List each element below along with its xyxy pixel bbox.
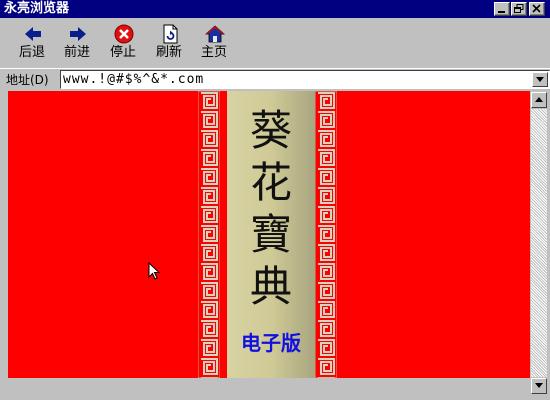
address-dropdown-button[interactable]	[532, 72, 548, 87]
fret-pattern-left	[197, 91, 221, 378]
left-fret-border	[197, 91, 221, 378]
fret-pattern-right	[314, 91, 338, 378]
scroll-up-arrow-icon	[535, 97, 543, 102]
stop-button[interactable]: 停止	[103, 22, 143, 64]
restore-button[interactable]	[511, 2, 527, 16]
home-label: 主页	[200, 45, 227, 60]
address-label: 地址(D)	[6, 73, 49, 87]
address-field[interactable]	[60, 70, 550, 89]
title-bar: 永亮浏览器	[0, 0, 550, 18]
scroll-down-button[interactable]	[531, 378, 547, 394]
home-button[interactable]: 主页	[194, 22, 234, 64]
home-icon	[205, 25, 225, 43]
chevron-down-icon	[536, 77, 544, 82]
forward-label: 前进	[63, 45, 90, 60]
restore-icon	[514, 4, 524, 13]
mouse-cursor-icon	[148, 262, 161, 280]
refresh-icon	[163, 24, 178, 44]
scroll-down-arrow-icon	[535, 383, 543, 388]
back-arrow-icon	[25, 27, 41, 41]
address-input[interactable]	[63, 72, 527, 87]
back-label: 后退	[18, 45, 45, 60]
toolbar: 后退 前进 停止 刷新 主页	[0, 18, 550, 66]
title-char-2: 花	[249, 158, 292, 207]
window-title: 永亮浏览器	[4, 1, 70, 16]
forward-arrow-icon	[70, 27, 86, 41]
title-char-4: 典	[249, 262, 292, 311]
stop-label: 停止	[109, 45, 136, 60]
close-icon	[532, 4, 541, 13]
edition-label: 电子版	[241, 331, 301, 355]
back-button[interactable]: 后退	[12, 22, 52, 64]
scroll-track[interactable]	[531, 109, 547, 377]
title-char-1: 葵	[249, 106, 292, 155]
right-fret-border	[314, 91, 338, 378]
scroll-up-button[interactable]	[531, 92, 547, 108]
refresh-button[interactable]: 刷新	[149, 22, 189, 64]
vertical-scrollbar[interactable]	[530, 91, 548, 399]
minimize-icon	[498, 11, 505, 13]
forward-button[interactable]: 前进	[57, 22, 97, 64]
title-char-3: 寶	[249, 210, 292, 259]
address-bar: 地址(D)	[0, 68, 550, 90]
page-viewport[interactable]: 葵 花 寶 典 电子版	[8, 91, 530, 378]
refresh-label: 刷新	[155, 45, 182, 60]
title-panel: 葵 花 寶 典 电子版	[227, 91, 315, 378]
minimize-button[interactable]	[494, 2, 510, 16]
stop-icon	[114, 24, 134, 44]
status-area	[0, 378, 530, 400]
close-window-button[interactable]	[529, 2, 545, 16]
